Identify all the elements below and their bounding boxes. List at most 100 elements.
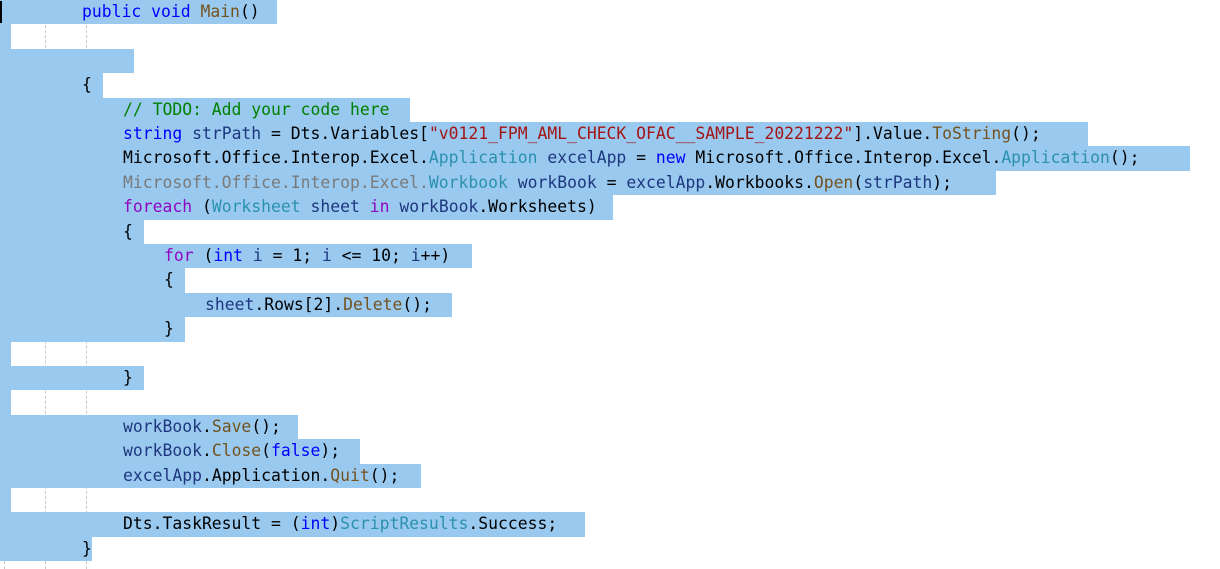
code-line[interactable]: foreach (Worksheet sheet in workBook.Wor… xyxy=(0,195,1220,220)
code-token: .Workbooks. xyxy=(705,172,814,192)
code-text: Microsoft.Office.Interop.Excel.Applicati… xyxy=(123,146,1139,170)
code-line[interactable] xyxy=(0,341,1220,366)
code-token: Main xyxy=(200,2,240,21)
code-token: Dts.TaskResult = ( xyxy=(123,514,301,534)
code-token: (); xyxy=(1011,124,1041,143)
code-token: workBook xyxy=(517,172,597,192)
code-token: workBook xyxy=(123,441,202,461)
code-token: Workbook xyxy=(428,172,508,192)
code-text: excelApp.Application.Quit(); xyxy=(123,464,399,488)
code-token: (); xyxy=(1109,148,1140,168)
code-text: public void Main() xyxy=(82,0,260,24)
code-token: .Success; xyxy=(468,514,558,534)
code-token: . xyxy=(201,441,212,461)
code-token: () xyxy=(239,2,260,21)
code-text: foreach (Worksheet sheet in workBook.Wor… xyxy=(123,195,597,219)
code-line[interactable]: workBook.Save(); xyxy=(0,414,1220,440)
code-token: // TODO: Add your code here xyxy=(123,99,390,119)
code-token: int xyxy=(300,514,331,534)
code-line[interactable]: } xyxy=(0,536,1220,562)
code-token: = xyxy=(596,172,627,192)
code-text: sheet.Rows[2].Delete(); xyxy=(205,293,432,317)
code-line[interactable]: // TODO: Add your code here xyxy=(0,97,1220,122)
code-token: sheet xyxy=(310,197,360,217)
selection-highlight xyxy=(0,536,92,562)
code-token: = Dts.Variables[ xyxy=(261,124,429,143)
code-editor[interactable]: public void Main() { // TODO: Add your cod… xyxy=(0,0,1220,569)
selection-highlight xyxy=(0,48,134,74)
code-token: { xyxy=(123,221,133,241)
code-text: Microsoft.Office.Interop.Excel.Workbook … xyxy=(123,171,952,195)
code-token: i xyxy=(321,246,332,265)
selection-highlight xyxy=(0,268,185,293)
code-token: . xyxy=(201,416,212,436)
code-token: Open xyxy=(813,172,854,192)
code-token: ( xyxy=(853,172,864,192)
code-token: strPath xyxy=(863,172,933,192)
code-token: = xyxy=(626,148,656,168)
code-line[interactable]: { xyxy=(0,268,1220,293)
code-line[interactable]: for (int i = 1; i <= 10; i++) xyxy=(0,244,1220,269)
code-text: workBook.Close(false); xyxy=(123,439,340,463)
code-token: } xyxy=(82,538,92,558)
code-text: } xyxy=(123,366,133,390)
code-token: .Worksheets) xyxy=(478,197,597,217)
code-token: Application xyxy=(1001,148,1110,168)
code-text: } xyxy=(82,537,92,561)
code-token: i xyxy=(410,246,421,265)
code-token: { xyxy=(164,270,174,290)
code-token: workBook xyxy=(123,416,202,436)
code-line[interactable] xyxy=(0,24,1220,49)
code-line[interactable]: Microsoft.Office.Interop.Excel.Applicati… xyxy=(0,146,1220,171)
code-line[interactable]: public void Main() xyxy=(0,0,1220,25)
code-line[interactable] xyxy=(0,390,1220,415)
code-token: { xyxy=(82,75,92,95)
code-text: { xyxy=(82,73,92,97)
code-token: ScriptResults xyxy=(340,514,469,534)
code-token: ToString xyxy=(932,124,1012,143)
code-line[interactable]: } xyxy=(0,317,1220,342)
code-token: excelApp xyxy=(626,172,706,192)
code-line[interactable]: string strPath = Dts.Variables["v0121_FP… xyxy=(0,122,1220,147)
code-line[interactable]: Microsoft.Office.Interop.Excel.Workbook … xyxy=(0,170,1220,196)
code-token: Microsoft.Office.Interop.Excel. xyxy=(123,172,429,192)
code-text: } xyxy=(164,317,174,341)
code-token: false xyxy=(271,441,321,461)
code-token: excelApp xyxy=(547,148,627,168)
code-line[interactable] xyxy=(0,48,1220,74)
code-token: ); xyxy=(320,441,341,461)
code-token: Microsoft.Office.Interop.Excel. xyxy=(685,148,1002,168)
code-line[interactable] xyxy=(0,488,1220,513)
code-line[interactable]: { xyxy=(0,219,1220,244)
code-token: new xyxy=(655,148,686,168)
code-text: string strPath = Dts.Variables["v0121_FP… xyxy=(123,122,1041,146)
code-token: Save xyxy=(211,416,252,436)
code-token: Microsoft.Office.Interop.Excel. xyxy=(123,148,429,168)
code-token: ) xyxy=(330,514,341,534)
code-token: Quit xyxy=(330,465,370,485)
code-line[interactable]: excelApp.Application.Quit(); xyxy=(0,463,1220,488)
code-line[interactable]: } xyxy=(0,366,1220,391)
code-line[interactable]: { xyxy=(0,73,1220,98)
code-line[interactable]: sheet.Rows[2].Delete(); xyxy=(0,292,1220,318)
code-token: for xyxy=(164,246,194,265)
selection-highlight xyxy=(0,341,11,366)
code-token: ( xyxy=(193,246,214,265)
code-token: excelApp xyxy=(123,465,202,485)
selection-highlight xyxy=(0,317,185,342)
code-line[interactable]: Dts.TaskResult = (int)ScriptResults.Succ… xyxy=(0,512,1220,537)
code-token: ++) xyxy=(420,246,451,265)
code-text: for (int i = 1; i <= 10; i++) xyxy=(164,244,450,268)
code-token: (); xyxy=(251,416,281,436)
code-token: <= 10; xyxy=(331,246,411,265)
code-line[interactable]: workBook.Close(false); xyxy=(0,439,1220,464)
code-token: foreach xyxy=(123,197,193,217)
code-token: Worksheet xyxy=(211,197,301,217)
